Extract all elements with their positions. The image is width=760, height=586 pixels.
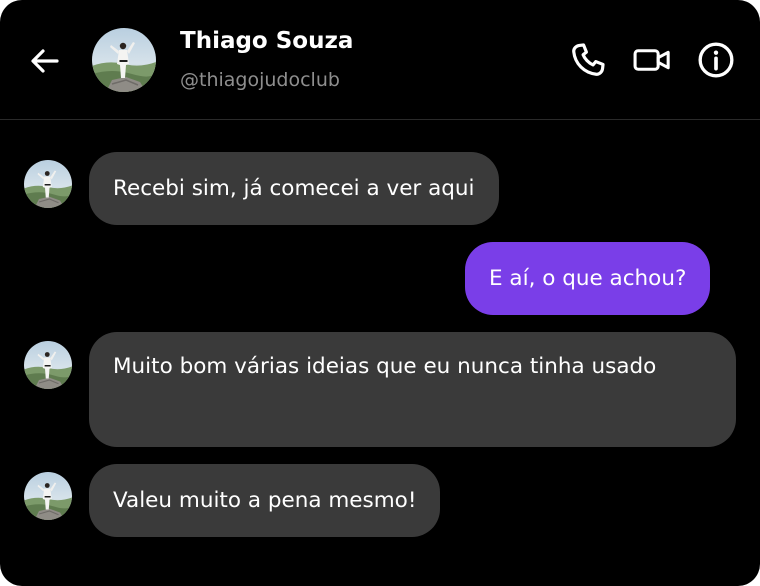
contact-name[interactable]: Thiago Souza xyxy=(180,28,353,54)
incoming-message[interactable]: Valeu muito a pena mesmo! xyxy=(89,464,441,537)
phone-icon xyxy=(572,43,605,76)
avatar-image xyxy=(24,341,72,389)
info-icon xyxy=(698,42,734,78)
outgoing-message[interactable]: E aí, o que achou? xyxy=(465,242,711,315)
video-call-button[interactable] xyxy=(632,40,672,80)
chat-header: Thiago Souza @thiagojudoclub xyxy=(0,0,760,120)
voice-call-button[interactable] xyxy=(568,40,608,80)
contact-avatar[interactable] xyxy=(92,28,156,92)
contact-handle: @thiagojudoclub xyxy=(180,69,340,91)
incoming-message[interactable]: Recebi sim, já comecei a ver aqui xyxy=(89,152,499,225)
incoming-message[interactable]: Muito bom várias ideias que eu nunca tin… xyxy=(89,332,736,447)
avatar-image xyxy=(92,28,156,92)
video-camera-icon xyxy=(633,49,670,71)
message-avatar[interactable] xyxy=(24,160,72,208)
message-avatar[interactable] xyxy=(24,341,72,389)
avatar-image xyxy=(24,472,72,520)
back-arrow-icon xyxy=(31,49,59,73)
chat-window: Thiago Souza @thiagojudoclub Recebi sim,… xyxy=(0,0,760,586)
message-avatar[interactable] xyxy=(24,472,72,520)
back-button[interactable] xyxy=(26,42,64,80)
conversation-info-button[interactable] xyxy=(696,40,736,80)
avatar-image xyxy=(24,160,72,208)
